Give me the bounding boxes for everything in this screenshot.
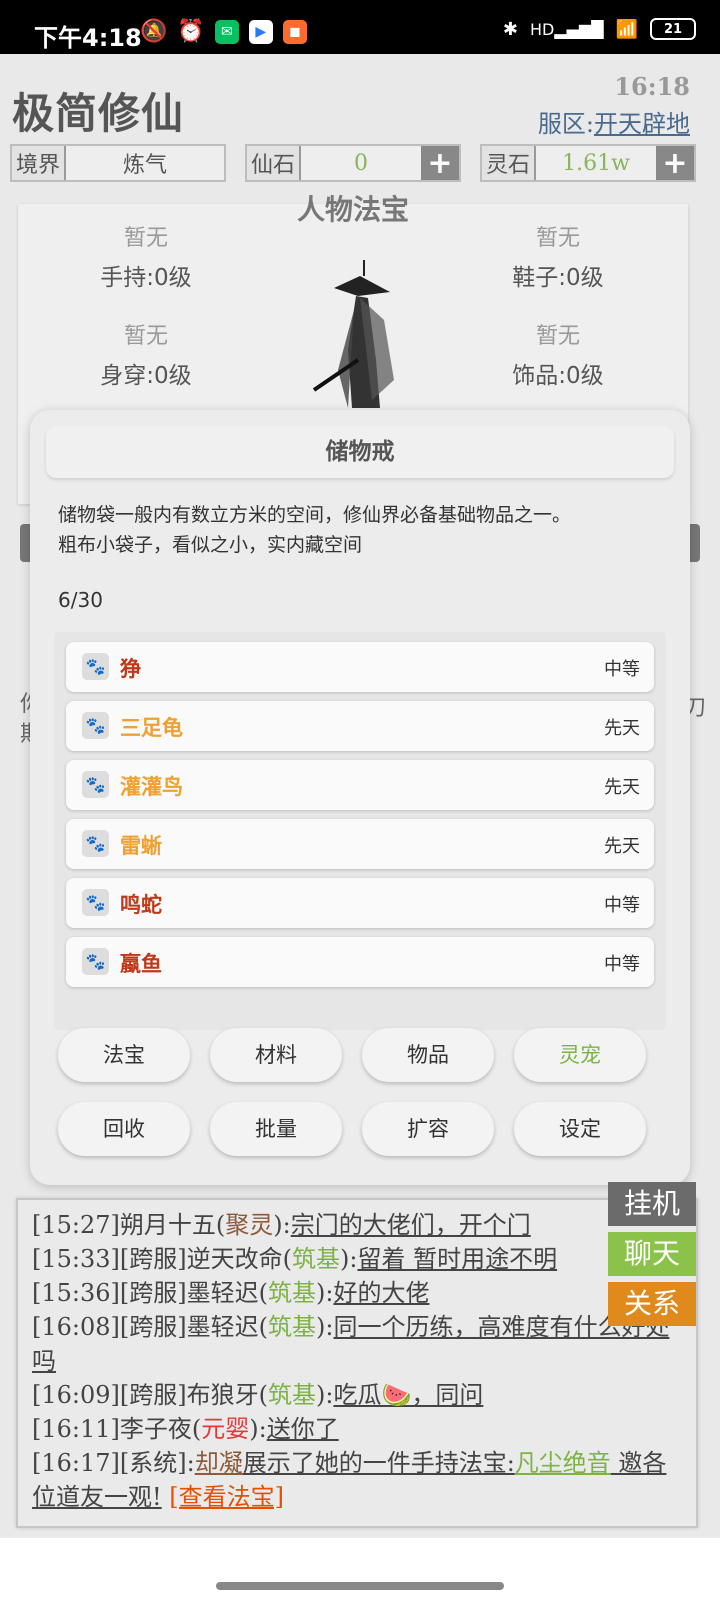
chat-message: [15:27]朔月十五(聚灵):宗门的大佬们，开个门 bbox=[32, 1211, 531, 1239]
paw-icon: 🐾 bbox=[82, 653, 109, 680]
xianshi-value: 0 bbox=[354, 150, 368, 176]
slot-body-status: 暂无 bbox=[123, 324, 168, 349]
game-clock: 16:18 bbox=[614, 72, 690, 101]
item-name: 三足龟 bbox=[120, 716, 183, 740]
relations-button[interactable]: 关系 bbox=[608, 1282, 696, 1326]
recycle-button[interactable]: 回收 bbox=[58, 1102, 190, 1156]
mute-icon: 🔕 bbox=[140, 19, 168, 44]
list-item[interactable]: 🐾 鸣蛇 中等 bbox=[66, 878, 654, 928]
dialog-description: 储物袋一般内有数立方米的空间，修仙界必备基础物品之一。 粗布小袋子，看似之小，实… bbox=[58, 500, 668, 560]
realm-stat: 境界 炼气 bbox=[10, 144, 226, 182]
list-item[interactable]: 🐾 雷蜥 先天 bbox=[66, 819, 654, 869]
navigation-bar bbox=[0, 1538, 720, 1600]
slot-body-label: 身穿:0级 bbox=[100, 363, 192, 389]
system-message: [16:17][系统]:却凝展示了她的一件手持法宝:凡尘绝音 邀各位道友一观! … bbox=[32, 1449, 667, 1511]
server-label: 服区: bbox=[537, 110, 594, 138]
item-grade: 中等 bbox=[604, 659, 640, 680]
tab-treasure-button[interactable]: 法宝 bbox=[58, 1028, 190, 1082]
status-time: 下午4:18 bbox=[34, 24, 142, 52]
item-grade: 中等 bbox=[604, 895, 640, 916]
chat-panel[interactable]: [15:27]朔月十五(聚灵):宗门的大佬们，开个门 [15:33][跨服]逆天… bbox=[16, 1198, 698, 1528]
settings-button[interactable]: 设定 bbox=[514, 1102, 646, 1156]
item-grade: 先天 bbox=[604, 718, 640, 739]
server-name-link[interactable]: 开天辟地 bbox=[594, 110, 690, 138]
slot-accessory-status: 暂无 bbox=[535, 324, 580, 349]
paw-icon: 🐾 bbox=[82, 830, 109, 857]
lingshi-label: 灵石 bbox=[482, 146, 537, 180]
cultivator-figure-image bbox=[312, 260, 394, 408]
list-item[interactable]: 🐾 蠃鱼 中等 bbox=[66, 937, 654, 987]
battery-icon: 21 bbox=[650, 18, 696, 40]
tab-pets-button[interactable]: 灵宠 bbox=[514, 1028, 646, 1082]
realm-label: 境界 bbox=[12, 146, 67, 180]
home-gesture-handle[interactable] bbox=[216, 1582, 504, 1590]
item-name: 狰 bbox=[120, 657, 141, 681]
lingshi-value: 1.61w bbox=[562, 150, 630, 176]
realm-value: 炼气 bbox=[123, 153, 168, 178]
slot-body[interactable]: 暂无 身穿:0级 bbox=[46, 318, 246, 390]
chat-message: [16:09][跨服]布狼牙(筑基):吃瓜🍉，同问 bbox=[32, 1381, 484, 1409]
slot-hand-status: 暂无 bbox=[123, 226, 168, 251]
item-name: 灌灌鸟 bbox=[120, 775, 183, 799]
wechat-icon: ✉ bbox=[214, 19, 239, 44]
slot-accessory[interactable]: 暂无 饰品:0级 bbox=[458, 318, 658, 390]
chat-message: [15:36][跨服]墨轻迟(筑基):好的大佬 bbox=[32, 1279, 430, 1307]
description-line-1: 储物袋一般内有数立方米的空间，修仙界必备基础物品之一。 bbox=[58, 504, 572, 526]
description-line-2: 粗布小袋子，看似之小，实内藏空间 bbox=[58, 534, 363, 556]
slot-accessory-label: 饰品:0级 bbox=[512, 363, 604, 389]
paw-icon: 🐾 bbox=[82, 889, 109, 916]
slot-hand[interactable]: 暂无 手持:0级 bbox=[46, 220, 246, 292]
item-name: 蠃鱼 bbox=[120, 952, 162, 976]
xianshi-label: 仙石 bbox=[247, 146, 302, 180]
bluetooth-icon: ✱ bbox=[502, 18, 518, 40]
item-name: 雷蜥 bbox=[120, 834, 162, 858]
batch-button[interactable]: 批量 bbox=[210, 1102, 342, 1156]
status-icons-right: ✱ HD▂▄▆█ 📶 21 bbox=[503, 18, 696, 40]
expand-button[interactable]: 扩容 bbox=[362, 1102, 494, 1156]
lingshi-stat: 灵石 1.61w + bbox=[480, 144, 696, 182]
item-grade: 先天 bbox=[604, 777, 640, 798]
video-app-icon: ▶ bbox=[248, 19, 273, 44]
pet-list[interactable]: 🐾 狰 中等 🐾 三足龟 先天 🐾 灌灌鸟 先天 🐾 雷蜥 先天 🐾 鸣蛇 中等… bbox=[54, 632, 666, 1030]
paw-icon: 🐾 bbox=[82, 712, 109, 739]
chat-message: [15:33][跨服]逆天改命(筑基):留着 暂时用途不明 bbox=[32, 1245, 558, 1273]
wifi-icon: 📶 bbox=[615, 18, 638, 40]
alarm-icon: ⏰ bbox=[177, 19, 205, 44]
paw-icon: 🐾 bbox=[82, 771, 109, 798]
server-info[interactable]: 服区:开天辟地 bbox=[538, 104, 690, 139]
item-grade: 先天 bbox=[604, 836, 640, 857]
chat-log: [15:27]朔月十五(聚灵):宗门的大佬们，开个门 [15:33][跨服]逆天… bbox=[32, 1208, 684, 1514]
dialog-title: 储物戒 bbox=[46, 426, 674, 478]
status-icons-left: 🔕 ⏰ ✉ ▶ ◼ bbox=[140, 19, 307, 44]
signal-icon: HD▂▄▆█ bbox=[530, 19, 604, 39]
tab-materials-button[interactable]: 材料 bbox=[210, 1028, 342, 1082]
add-xianshi-button[interactable]: + bbox=[421, 146, 459, 181]
slot-hand-label: 手持:0级 bbox=[100, 265, 192, 291]
list-item[interactable]: 🐾 狰 中等 bbox=[66, 642, 654, 692]
item-name: 鸣蛇 bbox=[120, 893, 162, 917]
slot-shoes[interactable]: 暂无 鞋子:0级 bbox=[458, 220, 658, 292]
view-treasure-link[interactable]: [查看法宝] bbox=[169, 1483, 284, 1511]
slot-shoes-status: 暂无 bbox=[535, 226, 580, 251]
tab-items-button[interactable]: 物品 bbox=[362, 1028, 494, 1082]
chat-button[interactable]: 聊天 bbox=[608, 1232, 696, 1276]
list-item[interactable]: 🐾 三足龟 先天 bbox=[66, 701, 654, 751]
paw-icon: 🐾 bbox=[82, 948, 109, 975]
item-grade: 中等 bbox=[604, 954, 640, 975]
status-bar: 下午4:18 🔕 ⏰ ✉ ▶ ◼ ✱ HD▂▄▆█ 📶 21 bbox=[0, 0, 720, 54]
chat-message: [16:08][跨服]墨轻迟(筑基):同一个历练，高难度有什么好处吗 bbox=[32, 1313, 670, 1375]
add-lingshi-button[interactable]: + bbox=[656, 146, 694, 181]
capacity-count: 6/30 bbox=[58, 588, 103, 612]
store-app-icon: ◼ bbox=[282, 19, 307, 44]
app-title: 极简修仙 bbox=[12, 89, 185, 138]
storage-ring-dialog: 储物戒 储物袋一般内有数立方米的空间，修仙界必备基础物品之一。 粗布小袋子，看似… bbox=[30, 410, 690, 1185]
xianshi-stat: 仙石 0 + bbox=[245, 144, 461, 182]
list-item[interactable]: 🐾 灌灌鸟 先天 bbox=[66, 760, 654, 810]
slot-shoes-label: 鞋子:0级 bbox=[512, 265, 604, 291]
idle-button[interactable]: 挂机 bbox=[608, 1182, 696, 1226]
chat-message: [16:11]李子夜(元婴):送你了 bbox=[32, 1415, 339, 1443]
